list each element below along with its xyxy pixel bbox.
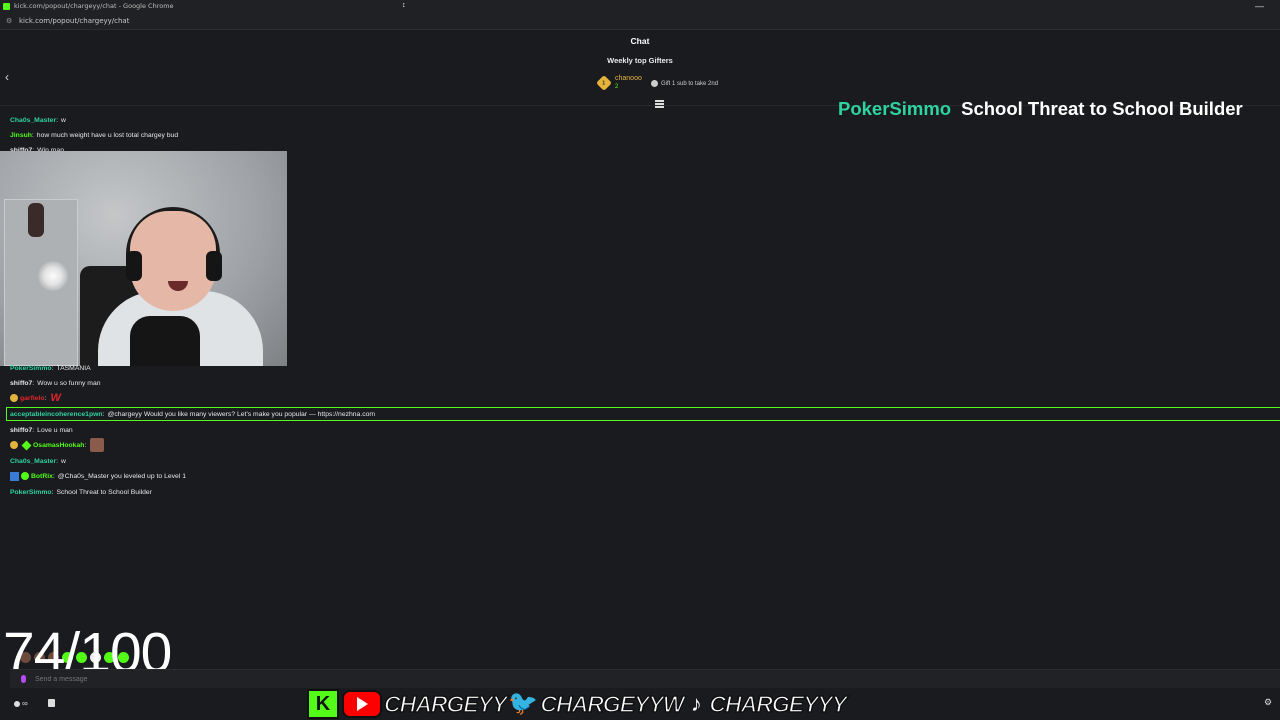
chat-message: Cha0s_Master: w: [10, 116, 66, 124]
twitter-bird-icon: 🐦: [508, 690, 539, 717]
chat-message: PokerSimmo: TASMANIA: [10, 364, 91, 372]
chat-text: @chargeyy Would you like many viewers? L…: [107, 410, 376, 418]
chat-text: Love u man: [37, 426, 73, 434]
kick-logo-icon: K: [307, 689, 339, 719]
subscriber-badge-icon: [10, 394, 18, 402]
rank-badge: 1: [596, 75, 612, 91]
gift-hint-text: Gift 1 sub to take 2nd: [661, 80, 719, 87]
browser-titlebar: kick.com/popout/chargeyy/chat - Google C…: [0, 0, 1280, 12]
twitter-handle: CHARGEYYW: [540, 690, 686, 718]
chat-text: Wow u so funny man: [37, 379, 101, 387]
chat-input[interactable]: [35, 675, 435, 683]
verified-badge-icon: [21, 472, 29, 480]
gear-icon[interactable]: ⚙: [1264, 697, 1272, 708]
stream-alert-banner: PokerSimmo School Threat to School Build…: [838, 98, 1243, 120]
chat-username[interactable]: acceptableincoherence1pwn: [10, 411, 103, 418]
chat-message: garfielo: W: [10, 392, 61, 404]
youtube-handle: CHARGEYY: [383, 690, 508, 718]
gift-hint[interactable]: Gift 1 sub to take 2nd: [651, 80, 718, 87]
chat-username[interactable]: Cha0s_Master: [10, 458, 56, 465]
mouse-cursor-icon: ↕: [402, 2, 406, 9]
chat-username[interactable]: garfielo: [20, 395, 45, 402]
people-button[interactable]: ∞: [14, 699, 28, 708]
chat-text: W: [50, 392, 61, 404]
emote-picker-icon[interactable]: [21, 675, 26, 683]
chat-message: Jinsuh: how much weight have u lost total…: [10, 131, 179, 139]
address-bar[interactable]: ⚙ kick.com/popout/chargeyy/chat: [0, 12, 1280, 30]
top-gifter[interactable]: 1 chanooo 2: [596, 74, 642, 92]
chat-text: School Threat to School Builder: [56, 488, 152, 496]
chat-username[interactable]: shiffo7: [10, 427, 32, 434]
gift-icon: [651, 80, 658, 87]
gifter-count: 2: [615, 84, 619, 90]
chat-username[interactable]: OsamasHookah: [33, 442, 84, 449]
chat-username[interactable]: BotRix: [31, 473, 53, 480]
webcam-overlay: [0, 151, 287, 366]
gifters-title: Weekly top Gifters: [607, 56, 673, 65]
chat-username[interactable]: Cha0s_Master: [10, 117, 56, 124]
chat-message: acceptableincoherence1pwn: @chargeyy Woul…: [10, 410, 376, 418]
chat-message: PokerSimmo: School Threat to School Build…: [10, 488, 152, 496]
chat-text: TASMANIA: [56, 364, 91, 372]
kick-favicon-icon: [3, 2, 10, 10]
chat-text: how much weight have u lost total charge…: [36, 131, 179, 139]
chat-text: @Cha0s_Master you leveled up to Level 1: [57, 472, 186, 480]
banner-username: PokerSimmo: [838, 98, 952, 119]
gifter-name[interactable]: chanooo: [615, 74, 642, 83]
subscriber-badge-icon: [10, 441, 18, 449]
social-handles-overlay: K CHARGEYY 🐦 CHARGEYYW ♪ CHARGEYYY: [307, 688, 848, 720]
minimize-button[interactable]: —: [1255, 1, 1264, 11]
chat-username[interactable]: Jinsuh: [10, 132, 32, 139]
chat-username[interactable]: PokerSimmo: [10, 365, 52, 372]
chat-message: shiffo7: Love u man: [10, 426, 73, 434]
chat-message: shiffo7: Wow u so funny man: [10, 379, 101, 387]
chevron-left-icon[interactable]: ‹: [5, 70, 15, 84]
chat-input-row[interactable]: [10, 669, 1280, 688]
youtube-logo-icon: [342, 690, 382, 718]
bot-badge-icon: [10, 471, 19, 481]
chat-message: BotRix: @Cha0s_Master you leveled up to L…: [10, 470, 186, 482]
chat-message: OsamasHookah:: [10, 438, 105, 452]
gift-box-icon[interactable]: [48, 699, 55, 707]
tiktok-logo-icon: ♪: [690, 691, 702, 716]
tiktok-handle: CHARGEYYY: [709, 690, 848, 718]
banner-text: School Threat to School Builder: [961, 98, 1243, 119]
chat-text: w: [60, 116, 66, 124]
site-settings-icon[interactable]: ⚙: [6, 17, 16, 25]
chat-username[interactable]: shiffo7: [10, 380, 32, 387]
chat-message: Cha0s_Master: w: [10, 457, 66, 465]
url-text[interactable]: kick.com/popout/chargeyy/chat: [19, 17, 129, 25]
chat-title: Chat: [630, 36, 650, 46]
people-icon: [14, 700, 20, 707]
emote-icon: [90, 438, 105, 452]
chat-header: Chat: [0, 31, 1280, 51]
og-badge-icon: [21, 440, 32, 450]
chat-text: w: [60, 457, 66, 465]
window-title: kick.com/popout/chargeyy/chat - Google C…: [14, 2, 174, 10]
people-count: ∞: [22, 699, 28, 708]
chat-username[interactable]: PokerSimmo: [10, 489, 52, 496]
